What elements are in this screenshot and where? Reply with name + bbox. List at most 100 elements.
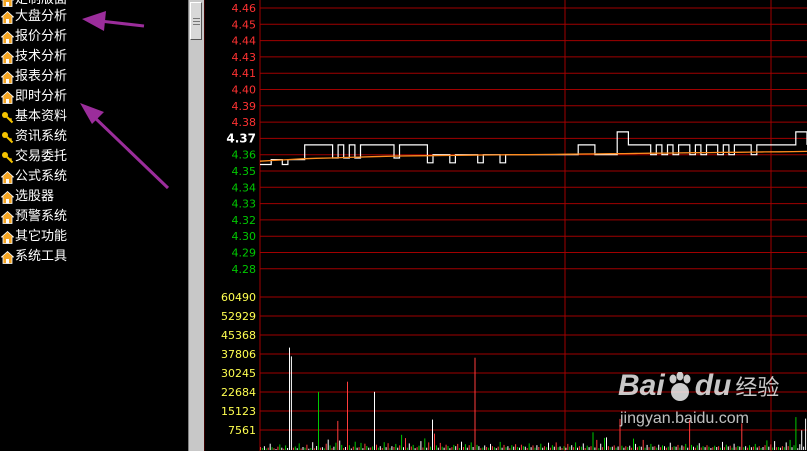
volume-bar (337, 420, 339, 450)
volume-bar (735, 447, 737, 450)
volume-bar (803, 446, 805, 450)
sidebar-menu-item[interactable]: 其它功能 (0, 227, 186, 247)
volume-bar (642, 439, 644, 450)
house-icon (0, 230, 14, 244)
volume-tick-label: 22684 (221, 386, 256, 399)
sidebar-menu-item[interactable]: 报表分析 (0, 67, 186, 87)
volume-bar (418, 445, 420, 450)
price-tick-label: 4.38 (232, 116, 257, 129)
volume-bar (648, 447, 650, 450)
sidebar-menu-item[interactable]: 预警系统 (0, 207, 186, 227)
price-tick-label: 4.34 (232, 181, 257, 194)
scrollbar-thumb[interactable] (190, 2, 202, 40)
sidebar-menu-item[interactable]: 基本资料 (0, 107, 186, 127)
volume-bar (290, 356, 292, 450)
volume-bar (507, 446, 509, 450)
volume-bar (333, 446, 335, 450)
volume-bar (453, 444, 455, 450)
volume-bar (283, 448, 285, 450)
volume-bar (304, 447, 306, 450)
volume-bar (287, 448, 289, 450)
volume-bar (476, 444, 478, 450)
sidebar-menu-item[interactable]: 即时分析 (0, 87, 186, 107)
function-menu-sidebar: 定制版面 大盘分析报价分析技术分析报表分析即时分析基本资料资讯系统交易委托公式系… (0, 0, 188, 451)
sidebar-menu-item[interactable]: 选股器 (0, 187, 186, 207)
sidebar-menu-item[interactable]: 系统工具 (0, 247, 186, 267)
price-tick-label: 4.41 (232, 67, 257, 80)
volume-bar (720, 447, 721, 450)
volume-bar (656, 447, 658, 450)
volume-bar (805, 418, 807, 450)
volume-bar (596, 439, 598, 450)
volume-bar (553, 446, 555, 450)
volume-tick-label: 30245 (221, 367, 256, 380)
volume-bar (787, 446, 789, 450)
sidebar-scrollbar[interactable] (188, 0, 205, 451)
volume-bar (704, 447, 706, 450)
volume-bar (708, 446, 710, 450)
volume-bar (443, 447, 445, 450)
volume-bar (347, 381, 348, 450)
volume-bar (261, 448, 263, 450)
volume-bar (434, 433, 435, 450)
volume-bar (509, 448, 511, 450)
volume-bar (749, 445, 750, 450)
volume-bar (793, 445, 795, 450)
volume-bar (513, 446, 515, 450)
price-tick-label: 4.32 (232, 214, 257, 227)
volume-bar (517, 447, 519, 450)
volume-bar (582, 443, 584, 450)
volume-bar (370, 447, 372, 450)
volume-bar (491, 446, 493, 450)
price-line (260, 131, 807, 166)
volume-bar (493, 447, 495, 450)
volume-bar (737, 446, 739, 450)
volume-bar (747, 447, 749, 450)
sidebar-menu-item[interactable]: 公式系统 (0, 167, 186, 187)
volume-bar (463, 447, 464, 450)
volume-tick-label: 45368 (221, 329, 256, 342)
volume-bar (799, 444, 801, 450)
volume-bar (573, 447, 575, 450)
volume-bar (385, 447, 387, 450)
volume-bar (372, 446, 374, 450)
volume-bar (658, 444, 660, 450)
volume-bar (542, 447, 544, 450)
volume-bar (383, 442, 385, 450)
volume-bar (609, 447, 611, 450)
volume-bar (331, 448, 333, 450)
volume-bar (345, 447, 346, 450)
volume-bar (488, 447, 490, 450)
volume-bar (731, 447, 733, 450)
volume-bar (358, 447, 360, 450)
house-icon (0, 50, 14, 64)
sidebar-menu-item[interactable]: 大盘分析 (0, 7, 186, 27)
volume-bar (321, 447, 323, 450)
volume-tick-label: 60490 (221, 291, 256, 304)
volume-bar (629, 445, 631, 450)
price-tick-label: 4.30 (232, 230, 257, 243)
volume-bar (391, 446, 393, 450)
menu-item-label: 资讯系统 (15, 129, 68, 144)
volume-bar (586, 445, 588, 450)
volume-bar (789, 439, 791, 450)
volume-bar (449, 448, 451, 450)
sidebar-menu-item[interactable]: 资讯系统 (0, 127, 186, 147)
volume-bar (339, 440, 341, 450)
volume-bar (482, 447, 484, 450)
sidebar-menu-item[interactable]: 技术分析 (0, 47, 186, 67)
volume-bar (495, 448, 497, 450)
volume-bar (497, 446, 499, 450)
volume-bar (515, 444, 517, 450)
volume-bar (783, 447, 785, 450)
sidebar-menu-item[interactable]: 交易委托 (0, 147, 186, 167)
volume-bar (296, 448, 298, 450)
price-tick-label: 4.36 (232, 149, 257, 162)
volume-bar (472, 447, 474, 450)
volume-bar (393, 447, 395, 450)
volume-bar (439, 442, 441, 450)
sidebar-menu-item[interactable]: 报价分析 (0, 27, 186, 47)
volume-bar (774, 441, 776, 450)
volume-bar (406, 447, 408, 450)
volume-bar (756, 447, 758, 450)
